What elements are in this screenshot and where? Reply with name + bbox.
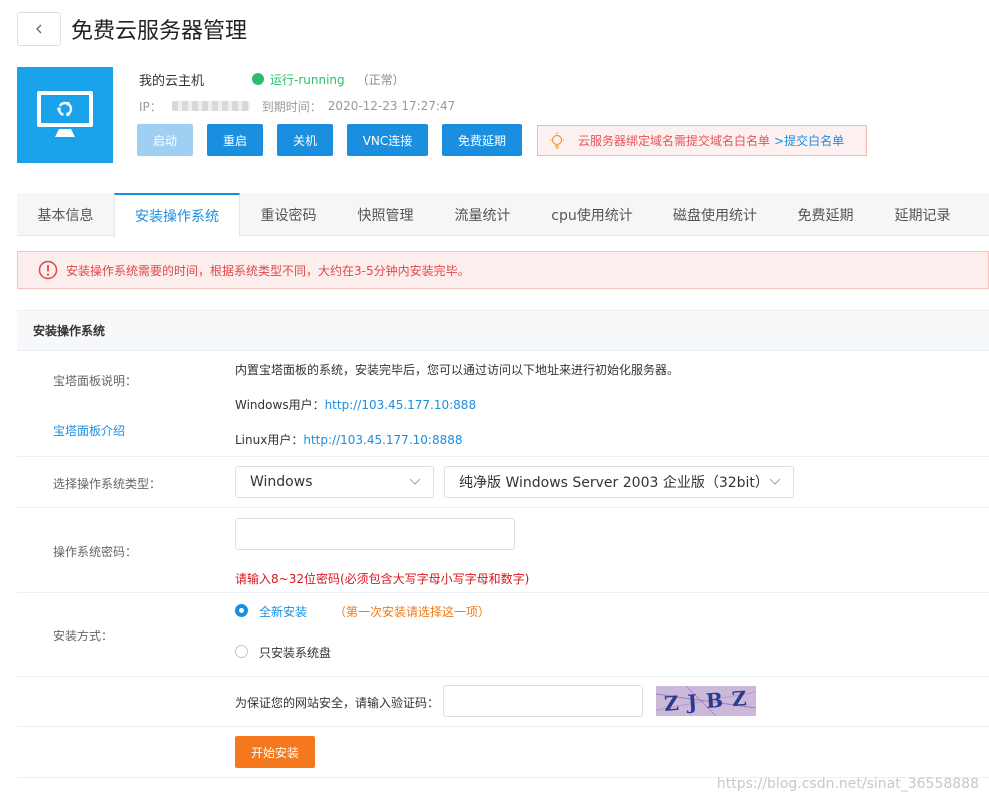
- os-password-input[interactable]: [235, 518, 515, 550]
- server-info: 我的云主机 运行-running （正常） IP： 到期时间： 2020-12-…: [139, 70, 455, 114]
- host-name: 我的云主机: [139, 73, 205, 89]
- page-header: 免费云服务器管理: [17, 12, 247, 46]
- info-circle-icon: [38, 260, 58, 280]
- bt-panel-label: 宝塔面板说明：: [53, 374, 138, 388]
- tab-free-extend[interactable]: 免费延期: [777, 193, 874, 236]
- tab-extend-records[interactable]: 延期记录: [874, 193, 971, 236]
- chevron-down-icon: [769, 478, 781, 485]
- tab-traffic-stats[interactable]: 流量统计: [434, 193, 531, 236]
- tab-install-os[interactable]: 安装操作系统: [114, 193, 240, 237]
- tab-cpu-stats[interactable]: cpu使用统计: [531, 193, 653, 236]
- lightbulb-icon: [550, 132, 564, 149]
- chevron-down-icon: [409, 478, 421, 485]
- install-mode-label: 安装方式：: [53, 629, 114, 643]
- server-thumbnail: [17, 67, 113, 163]
- start-button[interactable]: 启动: [137, 124, 193, 156]
- bt-panel-desc: 内置宝塔面板的系统，安装完毕后，您可以通过访问以下地址来进行初始化服务器。: [235, 363, 680, 377]
- notice-text: 云服务器绑定域名需提交域名白名单: [578, 134, 771, 148]
- install-time-alert: 安装操作系统需要的时间，根据系统类型不同，大约在3-5分钟内安装完毕。: [17, 251, 989, 289]
- tab-snapshots[interactable]: 快照管理: [337, 193, 434, 236]
- os-version-value: 纯净版 Windows Server 2003 企业版（32bit）: [459, 475, 769, 491]
- restart-button[interactable]: 重启: [207, 124, 263, 156]
- windows-access-row: Windows用户：http://103.45.177.10:888: [235, 396, 476, 413]
- captcha-input[interactable]: [443, 685, 643, 717]
- windows-label: Windows用户：: [235, 398, 325, 412]
- status-note: （正常）: [356, 72, 405, 87]
- submit-whitelist-link[interactable]: >提交白名单: [774, 132, 844, 149]
- row-divider: [17, 507, 989, 508]
- linux-url-link[interactable]: http://103.45.177.10:8888: [303, 433, 462, 447]
- full-install-note: （第一次安装请选择这一项）: [334, 605, 491, 619]
- start-install-button[interactable]: 开始安装: [235, 736, 315, 768]
- status-dot-icon: [252, 73, 265, 85]
- system-only-label[interactable]: 只安装系统盘: [259, 644, 331, 661]
- monitor-icon: [37, 91, 93, 137]
- status-text: 运行-running: [270, 72, 345, 87]
- ip-label: IP：: [139, 99, 162, 114]
- captcha-image[interactable]: ZJBZ: [656, 686, 756, 716]
- row-divider: [17, 592, 989, 593]
- tab-basic-info[interactable]: 基本信息: [17, 193, 114, 236]
- os-type-select[interactable]: Windows: [235, 466, 434, 498]
- vnc-button[interactable]: VNC连接: [347, 124, 428, 156]
- expire-label: 到期时间：: [261, 99, 322, 114]
- row-divider: [17, 726, 989, 727]
- back-button[interactable]: [17, 12, 61, 46]
- shutdown-button[interactable]: 关机: [277, 124, 333, 156]
- password-label: 操作系统密码：: [53, 545, 138, 559]
- os-type-value: Windows: [250, 474, 313, 490]
- page-title: 免费云服务器管理: [71, 19, 248, 44]
- alert-text: 安装操作系统需要的时间，根据系统类型不同，大约在3-5分钟内安装完毕。: [66, 263, 470, 278]
- ip-value-redacted: [171, 101, 250, 111]
- windows-url-link[interactable]: http://103.45.177.10:888: [325, 398, 477, 412]
- tab-reset-password[interactable]: 重设密码: [240, 193, 337, 236]
- action-buttons: 启动 重启 关机 VNC连接 免费延期: [137, 124, 536, 156]
- row-divider: [17, 676, 989, 677]
- full-install-label[interactable]: 全新安装: [259, 603, 307, 620]
- row-divider: [17, 456, 989, 457]
- radio-full-install[interactable]: [235, 604, 248, 617]
- os-version-select[interactable]: 纯净版 Windows Server 2003 企业版（32bit）: [444, 466, 794, 498]
- chevron-left-icon: [36, 24, 42, 34]
- captcha-label: 为保证您的网站安全，请输入验证码：: [235, 696, 440, 710]
- panel-title: 安装操作系统: [17, 310, 989, 351]
- radio-system-only[interactable]: [235, 645, 248, 658]
- expire-value: 2020-12-23 17:27:47: [327, 99, 456, 113]
- password-hint: 请输入8~32位密码(必须包含大写字母小写字母和数字): [235, 572, 530, 586]
- watermark-text: https://blog.csdn.net/sinat_36558888: [716, 776, 979, 792]
- linux-access-row: Linux用户：http://103.45.177.10:8888: [235, 431, 462, 448]
- tab-disk-stats[interactable]: 磁盘使用统计: [653, 193, 777, 236]
- bt-panel-intro-link[interactable]: 宝塔面板介绍: [53, 422, 125, 439]
- extend-button[interactable]: 免费延期: [442, 124, 522, 156]
- whitelist-notice: 云服务器绑定域名需提交域名白名单 >提交白名单: [537, 125, 867, 156]
- tab-bar: 基本信息 安装操作系统 重设密码 快照管理 流量统计 cpu使用统计 磁盘使用统…: [17, 193, 989, 237]
- os-type-label: 选择操作系统类型：: [53, 477, 162, 491]
- linux-label: Linux用户：: [235, 433, 304, 447]
